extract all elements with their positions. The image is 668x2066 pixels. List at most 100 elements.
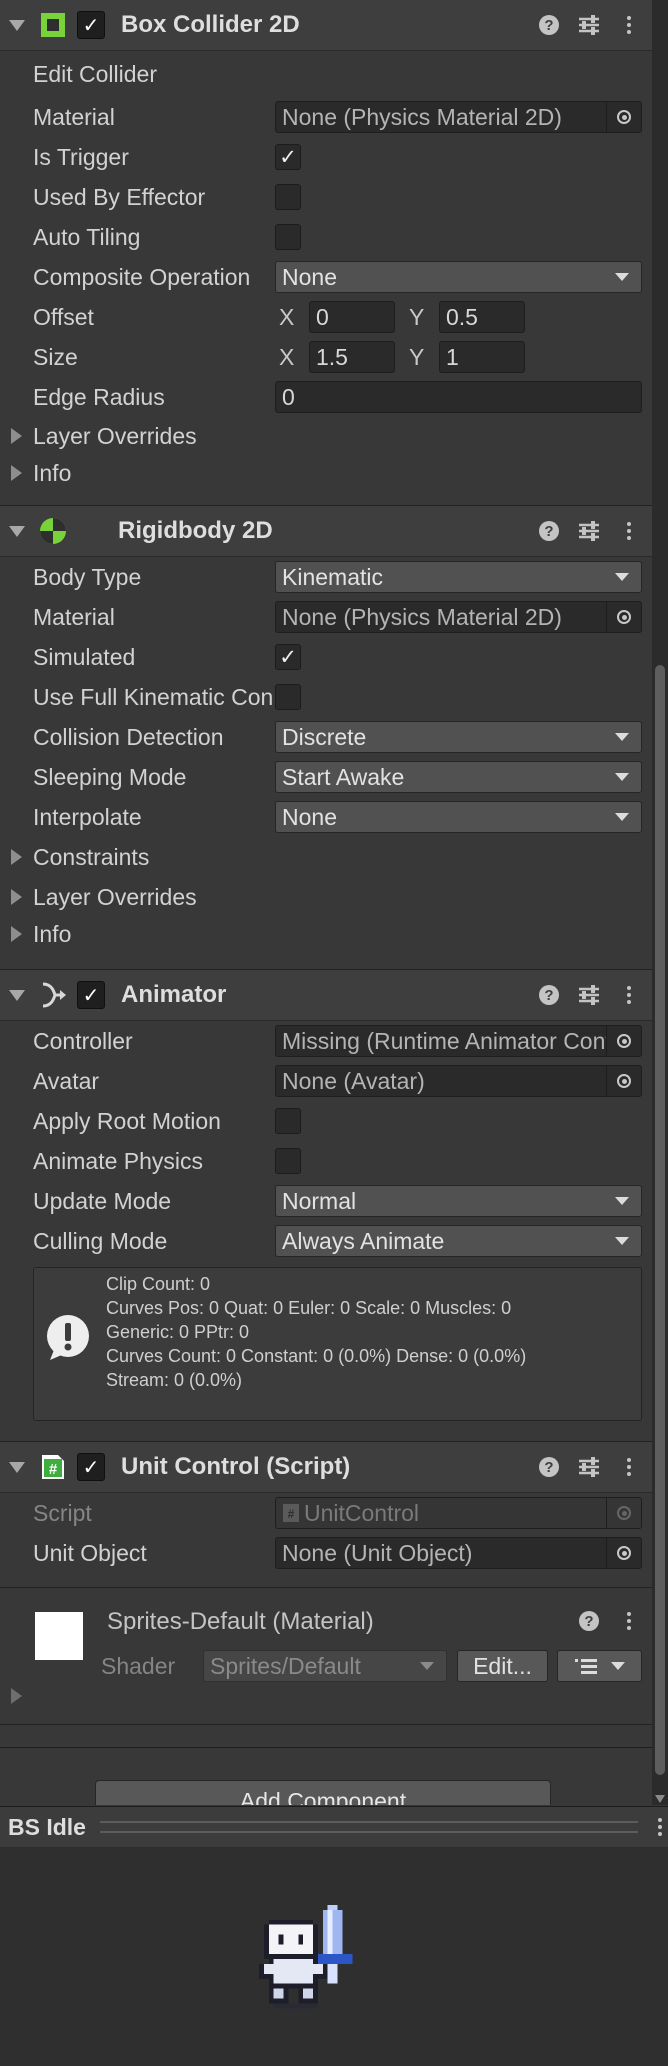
info-label[interactable]: Info xyxy=(33,460,71,487)
layer-overrides-foldout[interactable]: Layer Overrides xyxy=(0,417,652,455)
material-field[interactable]: None (Physics Material 2D) xyxy=(275,101,642,133)
inspector-scrollbar[interactable] xyxy=(652,0,668,1805)
shader-options-button[interactable] xyxy=(557,1650,642,1682)
edit-collider-row[interactable]: Edit Collider xyxy=(0,51,652,97)
presets-icon[interactable] xyxy=(576,982,602,1008)
help-icon[interactable]: ? xyxy=(536,982,562,1008)
interpolate-dropdown[interactable]: None xyxy=(275,801,642,833)
help-icon[interactable]: ? xyxy=(576,1608,602,1634)
more-icon[interactable] xyxy=(616,1454,642,1480)
auto-tiling-checkbox[interactable] xyxy=(275,224,301,250)
animate-physics-checkbox[interactable] xyxy=(275,1148,301,1174)
constraints-foldout[interactable]: Constraints xyxy=(0,837,652,877)
rb-layer-overrides-foldout[interactable]: Layer Overrides xyxy=(0,877,652,917)
chevron-right-icon[interactable] xyxy=(11,889,22,905)
rb-info-foldout[interactable]: Info xyxy=(0,917,652,951)
object-picker-icon[interactable] xyxy=(606,1066,641,1096)
edit-collider-label[interactable]: Edit Collider xyxy=(33,61,273,88)
animator-header[interactable]: ✓ Animator ? xyxy=(0,969,652,1021)
preview-header[interactable]: BS Idle xyxy=(0,1806,668,1848)
constraints-label[interactable]: Constraints xyxy=(33,844,149,871)
size-x-field[interactable]: 1.5 xyxy=(309,341,395,373)
animator-enabled-checkbox[interactable]: ✓ xyxy=(77,981,105,1009)
avatar-value: None (Avatar) xyxy=(282,1067,425,1094)
offset-y-field[interactable]: 0.5 xyxy=(439,301,525,333)
full-kinematic-checkbox[interactable] xyxy=(275,684,301,710)
help-icon[interactable]: ? xyxy=(536,1454,562,1480)
offset-x-field[interactable]: 0 xyxy=(309,301,395,333)
unit-object-row: Unit Object None (Unit Object) xyxy=(0,1533,652,1573)
box-collider-icon xyxy=(38,10,68,40)
material-label: Material xyxy=(33,103,115,130)
object-picker-icon[interactable] xyxy=(606,1026,641,1056)
chevron-right-icon[interactable] xyxy=(11,465,22,481)
chevron-right-icon[interactable] xyxy=(11,926,22,942)
more-icon[interactable] xyxy=(616,1608,642,1634)
x-axis-label[interactable]: X xyxy=(275,344,309,371)
more-icon[interactable] xyxy=(616,518,642,544)
culling-mode-dropdown[interactable]: Always Animate xyxy=(275,1225,642,1257)
unit-object-field[interactable]: None (Unit Object) xyxy=(275,1537,642,1569)
unit-object-value: None (Unit Object) xyxy=(282,1539,473,1566)
avatar-field[interactable]: None (Avatar) xyxy=(275,1065,642,1097)
presets-icon[interactable] xyxy=(576,1454,602,1480)
used-by-effector-checkbox[interactable] xyxy=(275,184,301,210)
composite-operation-dropdown[interactable]: None xyxy=(275,261,642,293)
animator-foldout[interactable] xyxy=(9,989,25,1001)
scroll-down-arrow-icon[interactable] xyxy=(655,1795,665,1803)
box-collider-foldout[interactable] xyxy=(9,19,25,31)
object-picker-icon[interactable] xyxy=(606,602,641,632)
chevron-right-icon[interactable] xyxy=(11,849,22,865)
rigidbody-header[interactable]: Rigidbody 2D ? xyxy=(0,505,652,557)
unit-control-enabled-checkbox[interactable]: ✓ xyxy=(77,1453,105,1481)
simulated-checkbox[interactable]: ✓ xyxy=(275,644,301,670)
presets-icon[interactable] xyxy=(576,12,602,38)
preview-drag-handle[interactable] xyxy=(99,1821,638,1833)
edit-shader-button[interactable]: Edit... xyxy=(457,1650,548,1682)
rb-material-field[interactable]: None (Physics Material 2D) xyxy=(275,601,642,633)
shader-dropdown[interactable]: Sprites/Default xyxy=(203,1650,447,1682)
chevron-right-icon[interactable] xyxy=(11,428,22,444)
scrollbar-thumb[interactable] xyxy=(655,665,665,1775)
presets-icon[interactable] xyxy=(576,518,602,544)
avatar-row: Avatar None (Avatar) xyxy=(0,1061,652,1101)
box-collider-header[interactable]: ✓ Box Collider 2D ? xyxy=(0,0,652,51)
chevron-down-icon xyxy=(615,773,629,781)
object-picker-icon[interactable] xyxy=(606,1538,641,1568)
material-foldout-icon[interactable] xyxy=(11,1688,22,1704)
size-vector: X 1.5 Y1 xyxy=(275,341,535,373)
update-mode-row: Update Mode Normal xyxy=(0,1181,652,1221)
is-trigger-checkbox[interactable]: ✓ xyxy=(275,144,301,170)
edge-radius-field[interactable]: 0 xyxy=(275,381,642,413)
layer-overrides-label[interactable]: Layer Overrides xyxy=(33,423,197,450)
more-icon[interactable] xyxy=(658,1818,662,1836)
component-title: Animator xyxy=(121,981,227,1008)
size-y-field[interactable]: 1 xyxy=(439,341,525,373)
more-icon[interactable] xyxy=(616,982,642,1008)
offset-label: Offset xyxy=(33,303,94,330)
character-sprite xyxy=(258,1905,353,2009)
preview-title: BS Idle xyxy=(8,1813,86,1840)
info-foldout[interactable]: Info xyxy=(0,455,652,491)
y-axis-label[interactable]: Y xyxy=(405,304,439,331)
rb-info-label[interactable]: Info xyxy=(33,921,71,948)
unit-control-foldout[interactable] xyxy=(9,1461,25,1473)
help-icon[interactable]: ? xyxy=(536,518,562,544)
help-icon[interactable]: ? xyxy=(536,12,562,38)
unit-control-header[interactable]: # ✓ Unit Control (Script) ? xyxy=(0,1441,652,1493)
rb-layer-overrides-label[interactable]: Layer Overrides xyxy=(33,884,197,911)
y-axis-label[interactable]: Y xyxy=(405,344,439,371)
body-type-dropdown[interactable]: Kinematic xyxy=(275,561,642,593)
rigidbody-foldout[interactable] xyxy=(9,525,25,537)
object-picker-icon[interactable] xyxy=(606,102,641,132)
sleeping-mode-dropdown[interactable]: Start Awake xyxy=(275,761,642,793)
update-mode-dropdown[interactable]: Normal xyxy=(275,1185,642,1217)
add-component-button[interactable]: Add Component xyxy=(95,1780,551,1805)
x-axis-label[interactable]: X xyxy=(275,304,309,331)
apply-root-motion-checkbox[interactable] xyxy=(275,1108,301,1134)
box-collider-enabled-checkbox[interactable]: ✓ xyxy=(77,11,105,39)
controller-field[interactable]: Missing (Runtime Animator Controller) xyxy=(275,1025,642,1057)
collision-detection-dropdown[interactable]: Discrete xyxy=(275,721,642,753)
svg-text:?: ? xyxy=(544,987,553,1004)
more-icon[interactable] xyxy=(616,12,642,38)
